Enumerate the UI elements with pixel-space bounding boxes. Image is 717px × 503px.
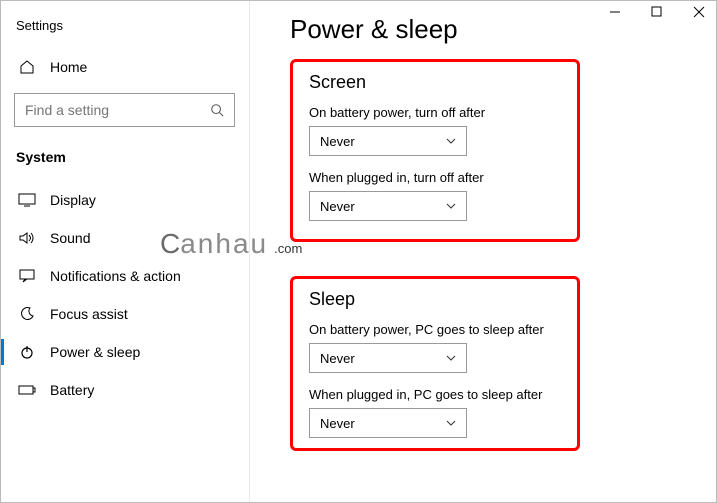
search-icon	[210, 103, 224, 117]
dropdown-value: Never	[320, 134, 355, 149]
battery-icon	[18, 384, 36, 396]
sleep-battery-label: On battery power, PC goes to sleep after	[309, 322, 561, 337]
screen-battery-label: On battery power, turn off after	[309, 105, 561, 120]
screen-plugged-dropdown[interactable]: Never	[309, 191, 467, 221]
sidebar-item-focus-assist[interactable]: Focus assist	[0, 295, 249, 333]
screen-plugged-label: When plugged in, turn off after	[309, 170, 561, 185]
search-input[interactable]	[25, 102, 195, 118]
app-title: Settings	[0, 10, 249, 49]
sidebar-item-display[interactable]: Display	[0, 181, 249, 219]
sidebar-item-notifications[interactable]: Notifications & action	[0, 257, 249, 295]
screen-battery-dropdown[interactable]: Never	[309, 126, 467, 156]
chevron-down-icon	[446, 203, 456, 209]
sidebar-item-power-sleep[interactable]: Power & sleep	[0, 333, 249, 371]
chevron-down-icon	[446, 420, 456, 426]
main-content: Power & sleep Screen On battery power, t…	[250, 0, 717, 503]
chevron-down-icon	[446, 138, 456, 144]
maximize-button[interactable]	[651, 6, 665, 18]
sidebar-item-label: Focus assist	[50, 306, 128, 322]
screen-group: Screen On battery power, turn off after …	[290, 59, 580, 242]
sleep-group: Sleep On battery power, PC goes to sleep…	[290, 276, 580, 451]
notifications-icon	[18, 269, 36, 283]
display-icon	[18, 193, 36, 207]
dropdown-value: Never	[320, 199, 355, 214]
sleep-battery-dropdown[interactable]: Never	[309, 343, 467, 373]
sidebar-item-label: Notifications & action	[50, 268, 181, 284]
section-label: System	[0, 139, 249, 181]
dropdown-value: Never	[320, 416, 355, 431]
focus-assist-icon	[18, 306, 36, 322]
chevron-down-icon	[446, 355, 456, 361]
sidebar-item-label: Battery	[50, 382, 94, 398]
sidebar-item-label: Power & sleep	[50, 344, 140, 360]
sidebar-item-label: Sound	[50, 230, 90, 246]
sound-icon	[18, 231, 36, 245]
sleep-plugged-dropdown[interactable]: Never	[309, 408, 467, 438]
home-label: Home	[50, 59, 87, 75]
sidebar-item-label: Display	[50, 192, 96, 208]
search-box[interactable]	[14, 93, 235, 127]
close-button[interactable]	[693, 6, 707, 18]
screen-title: Screen	[309, 72, 561, 93]
titlebar-controls	[609, 6, 707, 18]
watermark: Canhau.com	[160, 228, 302, 260]
home-nav[interactable]: Home	[0, 49, 249, 85]
minimize-button[interactable]	[609, 6, 623, 18]
dropdown-value: Never	[320, 351, 355, 366]
sidebar-item-battery[interactable]: Battery	[0, 371, 249, 409]
home-icon	[18, 59, 36, 75]
power-icon	[18, 344, 36, 360]
sleep-plugged-label: When plugged in, PC goes to sleep after	[309, 387, 561, 402]
sleep-title: Sleep	[309, 289, 561, 310]
page-title: Power & sleep	[290, 14, 693, 45]
